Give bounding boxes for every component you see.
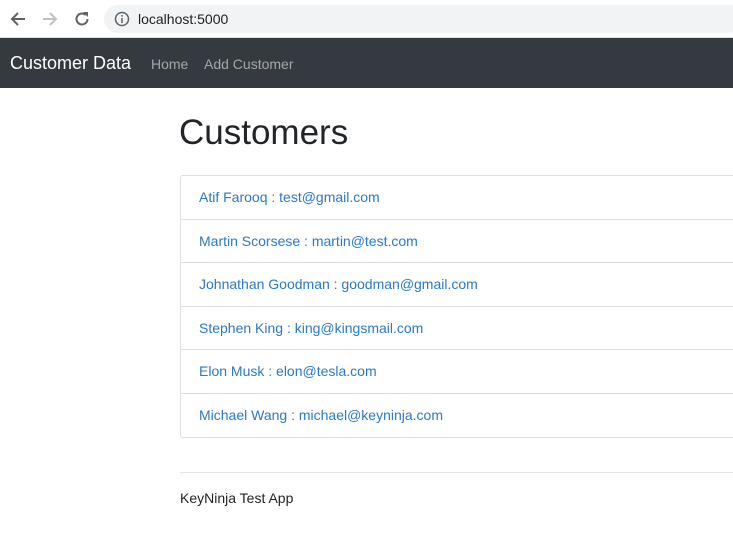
- arrow-right-icon: [43, 12, 58, 26]
- page-title: Customers: [179, 113, 349, 152]
- back-button[interactable]: [6, 7, 30, 31]
- list-item: Elon Musk : elon@tesla.com: [181, 350, 733, 394]
- navbar: Customer Data Home Add Customer: [0, 38, 733, 88]
- customer-link[interactable]: Atif Farooq : test@gmail.com: [199, 189, 380, 205]
- customer-link[interactable]: Stephen King : king@kingsmail.com: [199, 320, 423, 336]
- customer-link[interactable]: Johnathan Goodman : goodman@gmail.com: [199, 276, 478, 292]
- reload-button[interactable]: [70, 7, 94, 31]
- url-text[interactable]: localhost:5000: [138, 11, 228, 27]
- info-icon[interactable]: [114, 11, 130, 27]
- address-bar[interactable]: localhost:5000: [104, 5, 733, 33]
- list-item: Martin Scorsese : martin@test.com: [181, 220, 733, 263]
- arrow-left-icon: [10, 12, 25, 26]
- nav-link-home[interactable]: Home: [151, 56, 188, 73]
- reload-icon: [75, 12, 89, 26]
- navbar-brand[interactable]: Customer Data: [10, 52, 131, 74]
- nav-link-add-customer[interactable]: Add Customer: [204, 56, 293, 73]
- customer-link[interactable]: Elon Musk : elon@tesla.com: [199, 363, 377, 379]
- list-item: Stephen King : king@kingsmail.com: [181, 307, 733, 350]
- footer-text: KeyNinja Test App: [180, 490, 294, 506]
- customer-link[interactable]: Martin Scorsese : martin@test.com: [199, 233, 418, 249]
- list-item: Michael Wang : michael@keyninja.com: [181, 394, 733, 438]
- footer-divider: [180, 472, 733, 473]
- list-item: Johnathan Goodman : goodman@gmail.com: [181, 263, 733, 307]
- list-item: Atif Farooq : test@gmail.com: [181, 176, 733, 220]
- customer-link[interactable]: Michael Wang : michael@keyninja.com: [199, 407, 443, 423]
- forward-button[interactable]: [38, 7, 62, 31]
- browser-toolbar: localhost:5000: [0, 0, 733, 38]
- customer-list: Atif Farooq : test@gmail.com Martin Scor…: [180, 175, 733, 438]
